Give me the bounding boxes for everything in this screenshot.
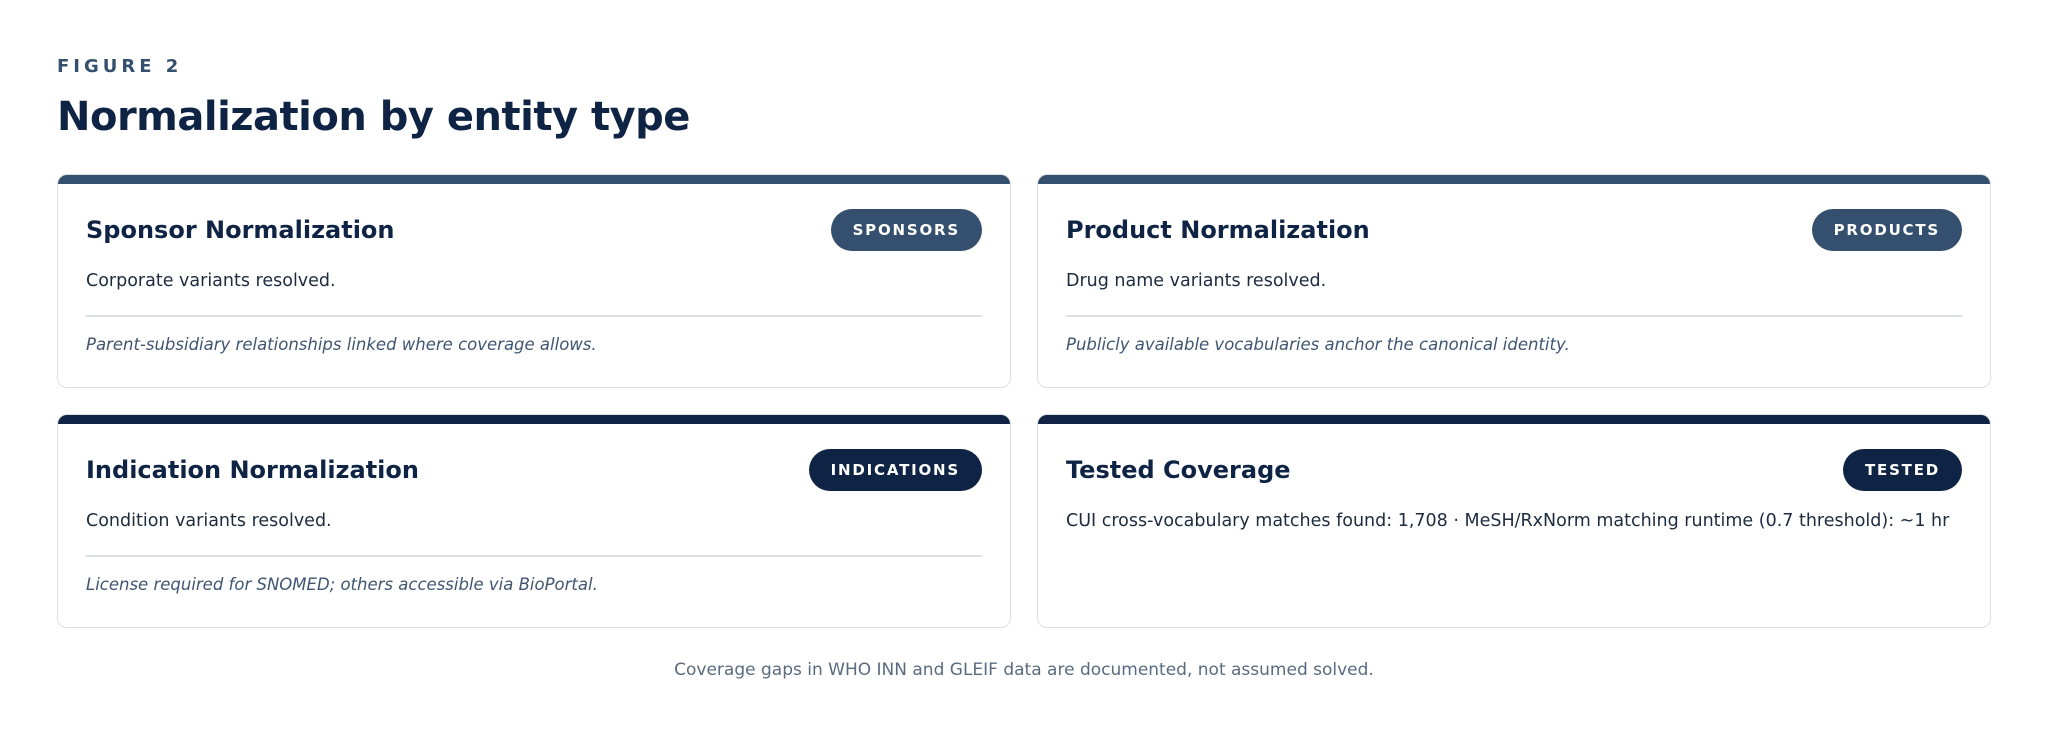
card-title: Tested Coverage [1066, 456, 1291, 484]
footer-note: Coverage gaps in WHO INN and GLEIF data … [674, 660, 1374, 680]
card-grid: Sponsor Normalization SPONSORS Corporate… [57, 174, 1991, 628]
card-note: License required for SNOMED; others acce… [86, 575, 598, 594]
card-sponsor-normalization: Sponsor Normalization SPONSORS Corporate… [57, 174, 1011, 388]
card-description: CUI cross-vocabulary matches found: 1,70… [1066, 511, 1950, 531]
card-header: Tested Coverage TESTED [1066, 449, 1962, 491]
card-header: Product Normalization PRODUCTS [1066, 209, 1962, 251]
card-divider [86, 555, 982, 557]
card-note: Publicly available vocabularies anchor t… [1066, 335, 1570, 354]
page-title: Normalization by entity type [57, 94, 690, 140]
card-header: Sponsor Normalization SPONSORS [86, 209, 982, 251]
card-accent-bar [1038, 175, 1990, 184]
card-title: Sponsor Normalization [86, 216, 395, 244]
card-accent-bar [58, 175, 1010, 184]
card-description: Corporate variants resolved. [86, 271, 336, 291]
figure-page: FIGURE 2 Normalization by entity type Sp… [0, 0, 2048, 742]
card-product-normalization: Product Normalization PRODUCTS Drug name… [1037, 174, 1991, 388]
card-note: Parent-subsidiary relationships linked w… [86, 335, 597, 354]
sponsors-badge: SPONSORS [830, 209, 982, 251]
card-indication-normalization: Indication Normalization INDICATIONS Con… [57, 414, 1011, 628]
card-divider [86, 315, 982, 317]
indications-badge: INDICATIONS [808, 449, 982, 491]
card-description: Drug name variants resolved. [1066, 271, 1327, 291]
tested-badge: TESTED [1842, 449, 1962, 491]
card-divider [1066, 315, 1962, 317]
figure-label: FIGURE 2 [57, 56, 183, 77]
card-accent-bar [58, 415, 1010, 424]
card-title: Indication Normalization [86, 456, 419, 484]
card-description: Condition variants resolved. [86, 511, 332, 531]
card-title: Product Normalization [1066, 216, 1370, 244]
products-badge: PRODUCTS [1811, 209, 1962, 251]
card-tested-coverage: Tested Coverage TESTED CUI cross-vocabul… [1037, 414, 1991, 628]
card-header: Indication Normalization INDICATIONS [86, 449, 982, 491]
card-accent-bar [1038, 415, 1990, 424]
